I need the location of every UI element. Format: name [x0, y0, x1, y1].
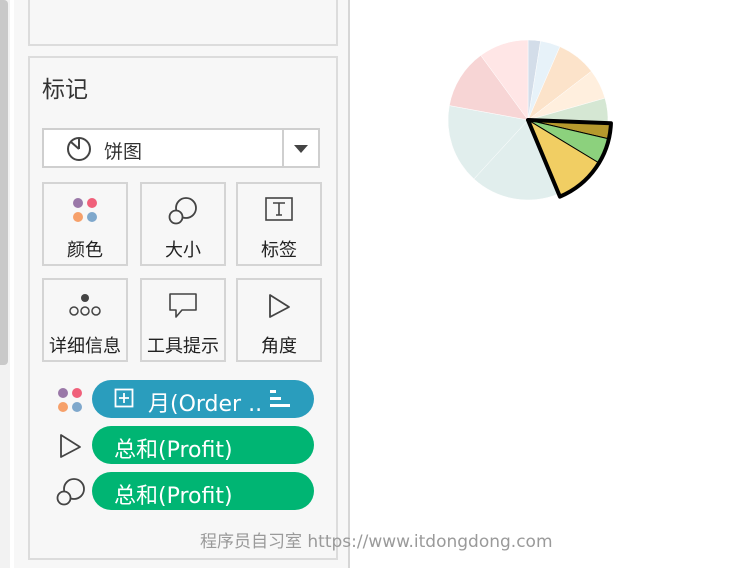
- expand-plus-icon[interactable]: [114, 388, 134, 414]
- detail-button[interactable]: 详细信息: [42, 278, 128, 362]
- detail-button-label: 详细信息: [49, 336, 121, 357]
- size-button[interactable]: 大小: [140, 182, 226, 266]
- mark-type-dropdown[interactable]: 饼图: [42, 128, 320, 168]
- pie-chart-icon: [66, 136, 92, 166]
- mark-type-label: 饼图: [104, 141, 143, 163]
- label-button[interactable]: 标签: [236, 182, 322, 266]
- label-t-icon: [238, 196, 320, 222]
- marks-card-title: 标记: [42, 77, 88, 103]
- tooltip-bubble-icon: [142, 292, 224, 320]
- dropdown-divider: [282, 130, 284, 166]
- pie-chart[interactable]: [440, 30, 630, 220]
- size-circles-icon: [56, 477, 86, 511]
- color-dots-icon: [56, 386, 84, 418]
- sort-icon: [270, 389, 292, 415]
- size-field-pill[interactable]: 总和(Profit): [92, 472, 314, 510]
- tooltip-button[interactable]: 工具提示: [140, 278, 226, 362]
- angle-button[interactable]: 角度: [236, 278, 322, 362]
- size-circles-icon: [142, 196, 224, 226]
- color-button[interactable]: 颜色: [42, 182, 128, 266]
- size-field-label: 总和(Profit): [114, 484, 233, 509]
- color-button-label: 颜色: [67, 240, 103, 261]
- angle-icon: [238, 292, 320, 320]
- color-field-pill[interactable]: 月(Order ..: [92, 380, 314, 418]
- detail-dots-icon: [44, 292, 126, 318]
- chevron-down-icon[interactable]: [294, 145, 308, 153]
- angle-field-label: 总和(Profit): [114, 438, 233, 463]
- size-button-label: 大小: [165, 240, 201, 261]
- angle-field-pill[interactable]: 总和(Profit): [92, 426, 314, 464]
- color-field-label: 月(Order ..: [148, 392, 263, 417]
- angle-icon: [56, 432, 84, 464]
- color-dots-icon: [44, 196, 126, 224]
- watermark-text: 程序员自习室 https://www.itdongdong.com: [200, 532, 553, 552]
- filters-card: [28, 0, 338, 46]
- angle-button-label: 角度: [261, 336, 297, 357]
- label-button-label: 标签: [261, 240, 297, 261]
- tooltip-button-label: 工具提示: [147, 336, 219, 357]
- left-scrollbar[interactable]: [0, 0, 8, 365]
